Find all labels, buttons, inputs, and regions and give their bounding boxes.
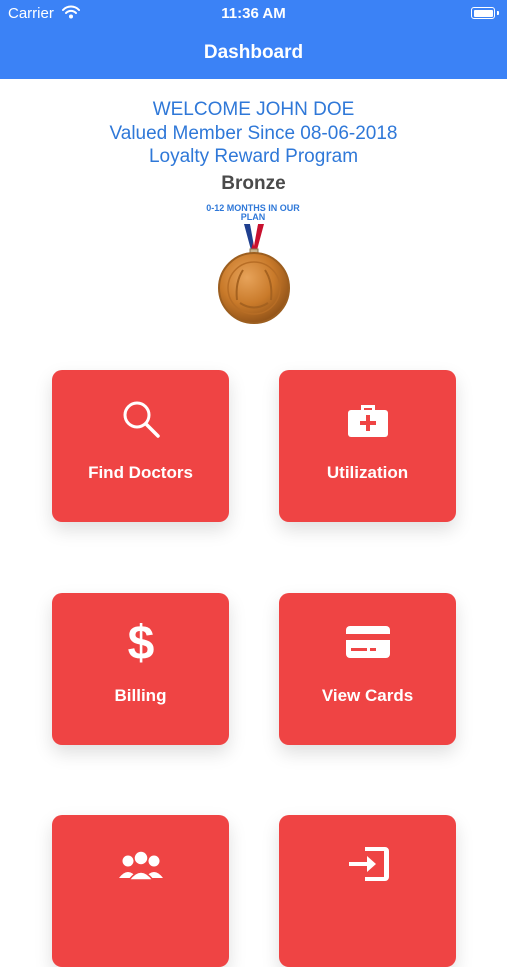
find-doctors-label: Find Doctors [88, 463, 193, 482]
battery-icon [471, 7, 499, 19]
search-icon [52, 398, 229, 440]
status-bar: Carrier 11:36 AM [0, 0, 507, 28]
svg-text:$: $ [127, 619, 154, 665]
welcome-text: WELCOME JOHN DOE [152, 99, 355, 120]
utilization-label: Utilization [326, 463, 409, 482]
sign-in-icon [279, 843, 456, 885]
billing-label: Billing [114, 686, 167, 705]
member-info: WELCOME JOHN DOE Valued Member Since 08-… [0, 98, 507, 169]
sign-in-button[interactable] [279, 815, 456, 967]
page-title: Dashboard [203, 42, 304, 63]
view-cards-label: View Cards [321, 686, 414, 705]
find-doctors-button[interactable]: Find Doctors [52, 370, 229, 522]
users-icon [52, 843, 229, 885]
loyalty-program-text: Loyalty Reward Program [148, 146, 359, 167]
members-button[interactable] [52, 815, 229, 967]
utilization-button[interactable]: Utilization [279, 370, 456, 522]
medical-kit-icon [279, 398, 456, 440]
tier-label: Bronze [221, 173, 286, 194]
status-time: 11:36 AM [221, 5, 286, 22]
credit-card-icon [279, 621, 456, 663]
member-since-text: Valued Member Since 08-06-2018 [109, 122, 398, 144]
view-cards-button[interactable]: View Cards [279, 593, 456, 745]
nav-bar: Dashboard [0, 28, 507, 79]
billing-button[interactable]: $ Billing [52, 593, 229, 745]
bronze-medal-icon [213, 220, 295, 331]
dollar-icon: $ [52, 619, 229, 665]
